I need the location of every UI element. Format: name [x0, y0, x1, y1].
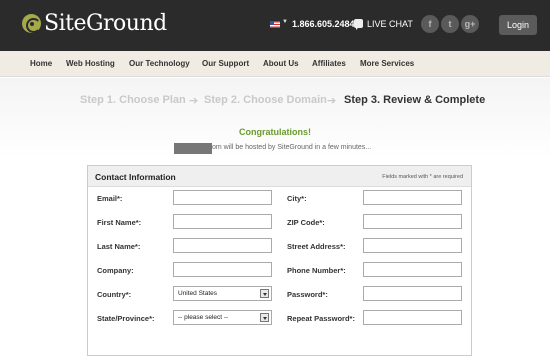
congratulations-heading: Congratulations! — [239, 127, 311, 137]
repeat-password-field[interactable] — [363, 310, 462, 325]
chevron-down-icon[interactable] — [260, 313, 269, 322]
phone-number-label: Phone Number*: — [287, 266, 346, 275]
state-select-value: -- please select -- — [178, 314, 229, 321]
chevron-down-icon[interactable]: ▼ — [282, 19, 288, 25]
step-3-label: Step 3. Review & Complete — [344, 94, 486, 106]
logo-mark-icon — [22, 14, 41, 33]
company-label: Company: — [97, 266, 134, 275]
password-field[interactable] — [363, 286, 462, 301]
city-label: City*: — [287, 194, 307, 203]
nav-item-home[interactable]: Home — [30, 59, 52, 68]
step-1-label: Step 1. Choose Plan — [80, 94, 186, 106]
last-name-field[interactable] — [173, 238, 272, 253]
last-name-label: Last Name*: — [97, 242, 141, 251]
company-field[interactable] — [173, 262, 272, 277]
password-label: Password*: — [287, 290, 328, 299]
zip-code-label: ZIP Code*: — [287, 218, 325, 227]
street-address-label: Street Address*: — [287, 242, 346, 251]
first-name-label: First Name*: — [97, 218, 142, 227]
nav-item-affiliates[interactable]: Affiliates — [312, 59, 346, 68]
email-field[interactable] — [173, 190, 272, 205]
login-button[interactable]: Login — [499, 15, 537, 35]
street-address-field[interactable] — [363, 238, 462, 253]
siteground-logo[interactable]: SiteGround — [22, 11, 167, 36]
live-chat-link[interactable]: LIVE CHAT — [367, 19, 413, 29]
state-province-select[interactable]: -- please select -- — [173, 310, 272, 325]
zip-code-field[interactable] — [363, 214, 462, 229]
form-title: Contact Information — [95, 172, 176, 182]
nav-item-about-us[interactable]: About Us — [263, 59, 299, 68]
phone-number: 1.866.605.2484 — [292, 19, 355, 29]
nav-item-more-services[interactable]: More Services — [360, 59, 414, 68]
nav-item-our-technology[interactable]: Our Technology — [129, 59, 190, 68]
facebook-icon[interactable]: f — [421, 15, 439, 33]
chevron-down-icon[interactable] — [260, 289, 269, 298]
state-province-label: State/Province*: — [97, 314, 155, 323]
nav-item-our-support[interactable]: Our Support — [202, 59, 249, 68]
arrow-right-icon: ➔ — [327, 95, 337, 107]
email-label: Email*: — [97, 194, 123, 203]
country-select-value: United States — [178, 290, 218, 297]
country-select[interactable]: United States — [173, 286, 272, 301]
hosting-message: om will be hosted by SiteGround in a few… — [212, 144, 372, 151]
first-name-field[interactable] — [173, 214, 272, 229]
repeat-password-label: Repeat Password*: — [287, 314, 355, 323]
country-label: Country*: — [97, 290, 132, 299]
contact-information-form: Contact Information Fields marked with *… — [87, 165, 472, 356]
us-flag-icon[interactable] — [270, 21, 280, 28]
logo-text: SiteGround — [44, 11, 167, 36]
nav-item-web-hosting[interactable]: Web Hosting — [66, 59, 115, 68]
step-2-label: Step 2. Choose Domain — [204, 94, 327, 106]
chat-bubble-icon[interactable] — [354, 19, 363, 30]
city-field[interactable] — [363, 190, 462, 205]
form-header: Contact Information Fields marked with *… — [88, 166, 471, 187]
phone-number-field[interactable] — [363, 262, 462, 277]
required-fields-note: Fields marked with * are required — [382, 174, 463, 180]
arrow-right-icon: ➔ — [189, 95, 199, 107]
main-nav: Home Web Hosting Our Technology Our Supp… — [0, 51, 550, 77]
google-plus-icon[interactable]: g+ — [461, 15, 479, 33]
top-header: SiteGround ▼ 1.866.605.2484 LIVE CHAT f … — [0, 0, 550, 51]
redacted-domain — [174, 143, 212, 154]
twitter-icon[interactable]: t — [441, 15, 459, 33]
main-content: Step 1. Choose Plan ➔ Step 2. Choose Dom… — [0, 78, 550, 356]
